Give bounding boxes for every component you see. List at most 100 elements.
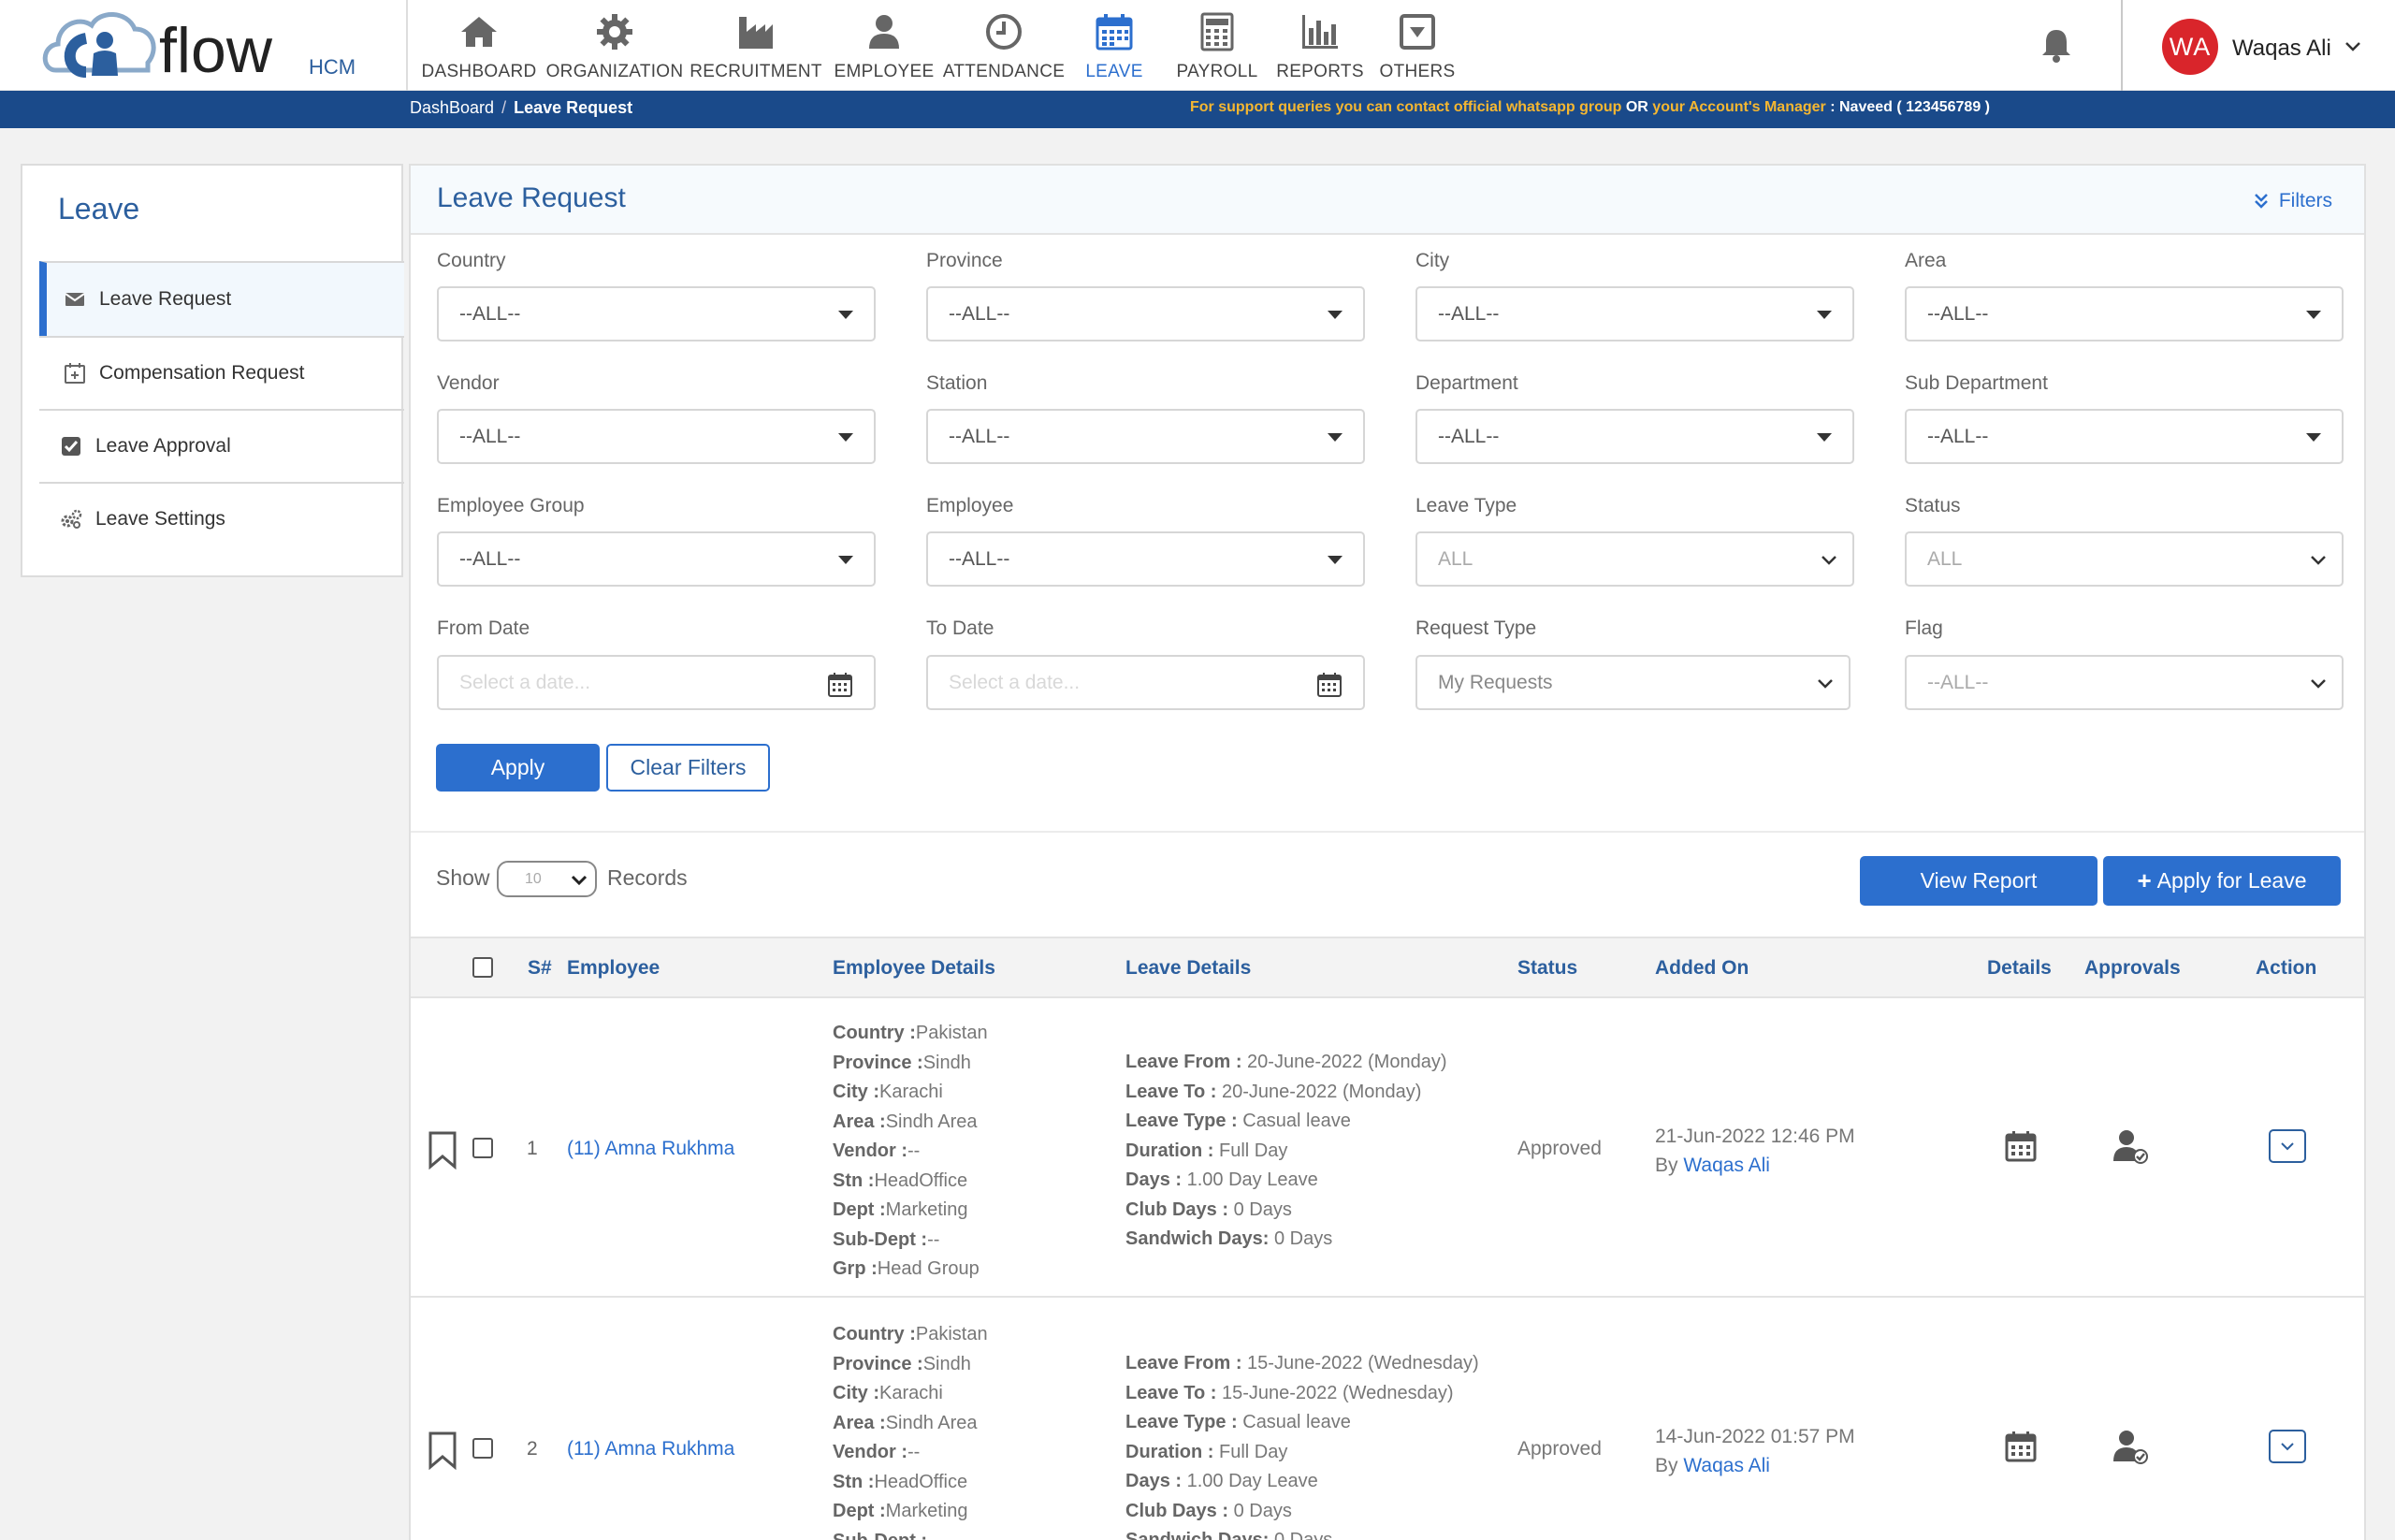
employee-link[interactable]: (11) Amna Rukhma [567, 1438, 734, 1460]
sidebar: Leave Leave Request Compensation Request… [21, 164, 404, 577]
chevron-down-icon [1818, 679, 1833, 689]
chevron-down-icon[interactable] [2344, 37, 2362, 56]
sidebar-item-leave-settings[interactable]: Leave Settings [39, 482, 404, 555]
added-by-link[interactable]: Waqas Ali [1683, 1155, 1770, 1176]
nav-others[interactable]: OTHERS [1372, 0, 1463, 91]
dropdown-box-icon [1400, 14, 1435, 50]
nav-organization[interactable]: ORGANIZATION [541, 0, 689, 91]
support-text[interactable]: For support queries you can contact offi… [1190, 99, 1621, 115]
request-type-select[interactable]: My Requests [1415, 655, 1851, 710]
sidebar-item-label: Leave Request [99, 288, 232, 310]
row-action-dropdown[interactable] [2269, 1430, 2306, 1463]
row-action-dropdown[interactable] [2269, 1129, 2306, 1163]
nav-dashboard[interactable]: DASHBOARD [417, 0, 541, 91]
select-all-checkbox[interactable] [472, 957, 493, 978]
calendar-details-icon[interactable] [2004, 1129, 2038, 1163]
employee-link[interactable]: (11) Amna Rukhma [567, 1138, 734, 1160]
apply-for-leave-button[interactable]: + Apply for Leave [2103, 856, 2341, 906]
clock-icon [986, 14, 1022, 50]
table-header: S# Employee Employee Details Leave Detai… [411, 937, 2364, 998]
table-row: 1 (11) Amna Rukhma Country :Pakistan Pro… [411, 998, 2364, 1298]
calendar-icon [1096, 14, 1133, 51]
row-checkbox[interactable] [472, 1138, 493, 1158]
show-label: Show [436, 865, 490, 890]
country-select[interactable]: --ALL-- [437, 286, 876, 341]
nav-attendance[interactable]: ATTENDANCE [943, 0, 1065, 91]
flow-hcm-logo[interactable]: flow HCM [37, 5, 374, 87]
nav-recruitment[interactable]: RECRUITMENT [689, 0, 823, 91]
nav-payroll[interactable]: PAYROLL [1166, 0, 1269, 91]
caret-down-icon [838, 433, 853, 442]
notification-bell-icon[interactable] [2038, 26, 2075, 64]
page-title: Leave Request [437, 182, 626, 213]
view-report-button[interactable]: View Report [1860, 856, 2097, 906]
city-select[interactable]: --ALL-- [1415, 286, 1854, 341]
added-by-link[interactable]: Waqas Ali [1683, 1455, 1770, 1476]
user-name[interactable]: Waqas Ali [2232, 36, 2331, 62]
bookmark-icon[interactable] [427, 1130, 458, 1170]
breadcrumb-current: Leave Request [514, 98, 633, 117]
added-on: 21-Jun-2022 12:46 PM By Waqas Ali [1655, 1126, 1855, 1176]
double-chevron-down-icon [2254, 194, 2268, 209]
breadcrumb: DashBoard / Leave Request [410, 98, 632, 118]
table-row: 2 (11) Amna Rukhma Country :Pakistan Pro… [411, 1300, 2364, 1540]
row-sno: 1 [527, 1138, 538, 1159]
leave-request-panel: Leave Request Filters Country --ALL-- Pr… [409, 164, 2366, 1540]
col-status[interactable]: Status [1517, 957, 1577, 980]
chevron-down-icon [2281, 1142, 2294, 1151]
employee-group-label: Employee Group [437, 495, 585, 516]
sidebar-item-compensation-request[interactable]: Compensation Request [39, 336, 404, 409]
nav-employee[interactable]: EMPLOYEE [823, 0, 945, 91]
caret-down-icon [1328, 311, 1343, 319]
sidebar-item-label: Leave Approval [95, 435, 231, 457]
leave-details: Leave From : 15-June-2022 (Wednesday) Le… [1125, 1353, 1479, 1540]
user-check-icon[interactable] [2112, 1127, 2149, 1165]
station-label: Station [926, 372, 988, 394]
caret-down-icon [838, 311, 853, 319]
support-notice: For support queries you can contact offi… [1190, 99, 1990, 116]
calendar-details-icon[interactable] [2004, 1430, 2038, 1463]
col-action: Action [2256, 957, 2317, 979]
added-on: 14-Jun-2022 01:57 PM By Waqas Ali [1655, 1426, 1855, 1476]
bookmark-icon[interactable] [427, 1431, 458, 1470]
sub-department-select[interactable]: --ALL-- [1905, 409, 2344, 464]
breadcrumb-separator: / [501, 98, 507, 117]
divider [411, 831, 2364, 833]
col-added-on[interactable]: Added On [1655, 957, 1749, 980]
col-employee-details: Employee Details [833, 957, 995, 979]
nav-leave[interactable]: LEAVE [1063, 0, 1166, 91]
calendar-icon[interactable] [1316, 672, 1343, 698]
page-size-select[interactable]: 10 [497, 861, 597, 897]
breadcrumb-home[interactable]: DashBoard [410, 98, 494, 117]
nav-reports[interactable]: REPORTS [1269, 0, 1372, 91]
main-nav: DASHBOARD ORGANIZATION RECRUITMENT EMPLO… [417, 0, 1463, 91]
employee-select[interactable]: --ALL-- [926, 531, 1365, 587]
apply-filters-button[interactable]: Apply [436, 744, 600, 792]
row-checkbox[interactable] [472, 1438, 493, 1459]
avatar[interactable]: WA [2162, 19, 2218, 75]
filters-toggle[interactable]: Filters [2253, 190, 2332, 212]
province-select[interactable]: --ALL-- [926, 286, 1365, 341]
col-employee[interactable]: Employee [567, 957, 660, 980]
to-date-input[interactable]: Select a date... [926, 655, 1365, 710]
chevron-down-icon [1822, 556, 1836, 565]
calendar-icon[interactable] [827, 672, 853, 698]
flag-select[interactable]: --ALL-- [1905, 655, 2344, 710]
station-select[interactable]: --ALL-- [926, 409, 1365, 464]
area-select[interactable]: --ALL-- [1905, 286, 2344, 341]
user-check-icon[interactable] [2112, 1428, 2149, 1465]
department-select[interactable]: --ALL-- [1415, 409, 1854, 464]
from-date-input[interactable]: Select a date... [437, 655, 876, 710]
sidebar-item-leave-request[interactable]: Leave Request [39, 261, 404, 336]
vendor-select[interactable]: --ALL-- [437, 409, 876, 464]
leave-type-select[interactable]: ALL [1415, 531, 1854, 587]
sidebar-item-leave-approval[interactable]: Leave Approval [39, 409, 404, 482]
clear-filters-button[interactable]: Clear Filters [606, 744, 770, 792]
caret-down-icon [838, 556, 853, 564]
employee-group-select[interactable]: --ALL-- [437, 531, 876, 587]
plus-icon: + [2137, 866, 2152, 894]
status-select[interactable]: ALL [1905, 531, 2344, 587]
status-text: Approved [1517, 1138, 1602, 1159]
status-label: Status [1905, 495, 1961, 516]
gear-icon [597, 14, 632, 50]
